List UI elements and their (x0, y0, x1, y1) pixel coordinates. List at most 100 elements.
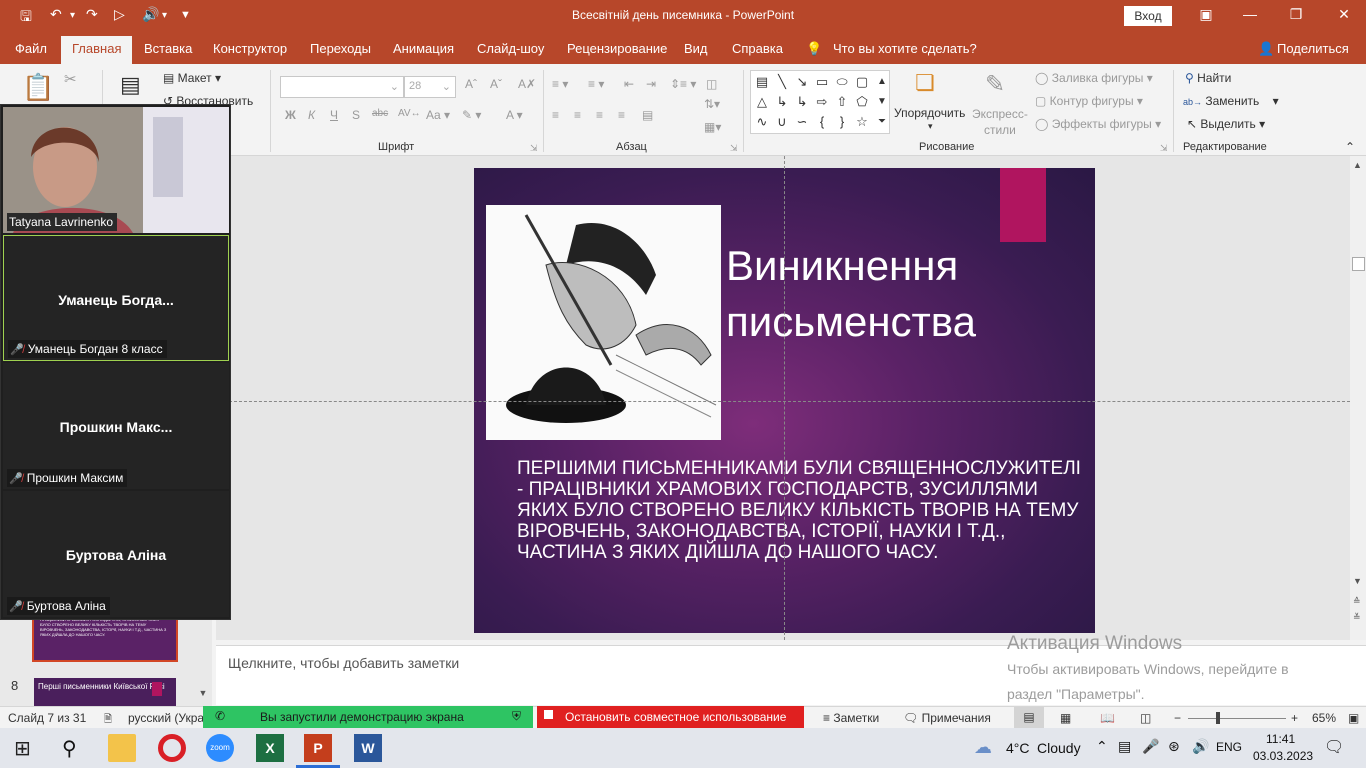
flowchart-shape-icon[interactable]: ⬠ (853, 93, 871, 111)
right-brace-icon[interactable]: } (833, 113, 851, 131)
zoom-in-icon[interactable]: + (1291, 711, 1298, 725)
select-button[interactable]: ↖ Выделить ▾ (1187, 117, 1265, 131)
quick-styles-button[interactable]: Экспресс- стили (972, 106, 1028, 138)
tab-view[interactable]: Вид (684, 41, 708, 56)
bold-icon[interactable]: Ж (285, 108, 296, 122)
share-button[interactable]: Поделиться (1277, 41, 1349, 56)
search-icon[interactable]: ⚲ (62, 736, 77, 761)
distributed-icon[interactable]: ▤ (642, 108, 653, 122)
quick-styles-icon[interactable]: ✎ (985, 70, 1005, 99)
slide-sorter-icon[interactable]: ▦ (1060, 711, 1071, 725)
smartart-icon[interactable]: ▦▾ (704, 120, 721, 134)
rounded-rect-shape-icon[interactable]: ▢ (853, 73, 871, 91)
spelling-icon[interactable]: 🗎 (104, 712, 112, 729)
cloud-icon[interactable]: ☁ (974, 737, 992, 758)
microphone-icon[interactable]: 🎤 (1142, 738, 1159, 755)
language-indicator[interactable]: русский (Укра (128, 711, 204, 725)
zoom-app-icon[interactable]: zoom (206, 734, 234, 762)
font-family-combo[interactable]: ⌄ (280, 76, 404, 98)
arrange-button[interactable]: Упорядочить (894, 106, 965, 120)
clock-time[interactable]: 11:41 (1266, 732, 1295, 746)
notes-toggle[interactable]: ≡ Заметки (823, 711, 879, 725)
font-dialog-launcher-icon[interactable]: ⇲ (530, 143, 538, 154)
tab-file[interactable]: Файл (15, 41, 47, 56)
file-explorer-icon[interactable] (108, 734, 136, 762)
elbow-arrow-icon[interactable]: ↳ (793, 93, 811, 111)
clock-date[interactable]: 03.03.2023 (1253, 749, 1313, 763)
font-size-combo[interactable]: 28 ⌄ (404, 76, 456, 98)
collapse-ribbon-icon[interactable]: ⌃ (1345, 140, 1355, 154)
columns-icon[interactable]: ◫ (706, 77, 717, 91)
sign-in-button[interactable]: Вход (1124, 6, 1172, 26)
word-icon[interactable]: W (354, 734, 382, 762)
increase-font-icon[interactable]: Aˆ (465, 77, 477, 91)
fit-to-window-icon[interactable]: ▣ (1348, 711, 1359, 725)
textbox-shape-icon[interactable]: ▤ (753, 73, 771, 91)
elbow-connector-icon[interactable]: ↳ (773, 93, 791, 111)
ribbon-display-options-icon[interactable]: ▣ (1196, 6, 1216, 23)
decrease-indent-icon[interactable]: ⇤ (624, 77, 634, 91)
paste-icon[interactable]: 📋 (22, 72, 54, 103)
scroll-thumb[interactable] (1352, 257, 1365, 271)
slide-counter[interactable]: Слайд 7 из 31 (8, 711, 86, 725)
shapes-gallery[interactable]: ▤ ╲ ↘ ▭ ⬭ ▢ △ ↳ ↳ ⇨ ⇧ ⬠ ∿ ∪ ∽ { } ☆ ▲ ▼ … (750, 70, 890, 134)
drawing-dialog-launcher-icon[interactable]: ⇲ (1160, 143, 1168, 154)
arrange-icon[interactable]: ❏ (915, 70, 935, 96)
char-spacing-icon[interactable]: AV↔ (398, 108, 421, 119)
normal-view-icon[interactable]: ▤ (1014, 707, 1044, 728)
reading-view-icon[interactable]: 📖 (1100, 711, 1115, 725)
layout-button[interactable]: ▤ Макет ▾ (163, 71, 221, 85)
align-right-icon[interactable]: ≡ (596, 108, 603, 122)
change-case-icon[interactable]: Aa ▾ (426, 108, 450, 122)
shape-fill-button[interactable]: ◯ Заливка фигуры ▾ (1035, 71, 1153, 85)
tab-animations[interactable]: Анимация (393, 41, 454, 56)
bullets-icon[interactable]: ≡ ▾ (552, 77, 568, 91)
tab-design[interactable]: Конструктор (213, 41, 287, 56)
left-brace-icon[interactable]: { (813, 113, 831, 131)
justify-icon[interactable]: ≡ (618, 108, 625, 122)
tab-insert[interactable]: Вставка (144, 41, 192, 56)
underline-icon[interactable]: Ч (330, 108, 338, 122)
arrange-dropdown-icon[interactable]: ▾ (928, 121, 933, 132)
italic-icon[interactable]: К (308, 108, 315, 122)
highlight-icon[interactable]: ✎ ▾ (462, 108, 481, 122)
minimize-icon[interactable]: — (1240, 6, 1260, 22)
maximize-icon[interactable]: ❐ (1286, 6, 1306, 23)
shadow-icon[interactable]: S (352, 108, 360, 122)
notifications-icon[interactable]: 🗨 (1324, 737, 1344, 757)
tab-help[interactable]: Справка (732, 41, 783, 56)
weather-description[interactable]: Cloudy (1037, 740, 1081, 756)
strikethrough-icon[interactable]: abc (372, 108, 388, 119)
right-arrow-shape-icon[interactable]: ⇨ (813, 93, 831, 111)
next-slide-icon[interactable]: ≚ (1353, 612, 1361, 623)
numbering-icon[interactable]: ≡ ▾ (588, 77, 604, 91)
thumbnail-scroll-down-icon[interactable]: ▼ (196, 688, 210, 704)
tab-transitions[interactable]: Переходы (310, 41, 371, 56)
zoom-slider[interactable] (1188, 718, 1286, 719)
show-hidden-icons[interactable]: ⌃ (1096, 738, 1108, 755)
tell-me-search[interactable]: Что вы хотите сделать? (833, 41, 977, 56)
align-left-icon[interactable]: ≡ (552, 108, 559, 122)
participant-tile[interactable]: Прошкин Макс... 🎤̸ Прошкин Максим (3, 363, 229, 489)
triangle-shape-icon[interactable]: △ (753, 93, 771, 111)
star-shape-icon[interactable]: ☆ (853, 113, 871, 131)
opera-icon[interactable] (158, 734, 186, 762)
stop-sharing-button[interactable]: Остановить совместное использование (537, 706, 804, 728)
zoom-slider-thumb[interactable] (1216, 712, 1220, 724)
input-language[interactable]: ENG (1216, 740, 1242, 754)
close-icon[interactable]: ✕ (1334, 6, 1354, 23)
oval-shape-icon[interactable]: ⬭ (833, 73, 851, 91)
participant-tile-active[interactable]: Уманець Богда... 🎤̸ Уманець Богдан 8 клас… (3, 235, 229, 361)
comments-toggle[interactable]: 🗨 Примечания (903, 711, 991, 725)
editor-vertical-scrollbar[interactable]: ▲ ▼ ≙ ≚ (1350, 156, 1366, 640)
tab-review[interactable]: Рецензирование (567, 41, 667, 56)
clear-formatting-icon[interactable]: A✗ (518, 77, 536, 91)
shape-effects-button[interactable]: ◯ Эффекты фигуры ▾ (1035, 117, 1161, 131)
volume-icon[interactable]: 🔊 (1192, 738, 1209, 755)
zoom-out-icon[interactable]: − (1174, 711, 1181, 725)
gallery-more-icon[interactable]: ⏷ (873, 113, 891, 131)
decrease-font-icon[interactable]: Aˇ (490, 77, 502, 91)
tab-slideshow[interactable]: Слайд-шоу (477, 41, 544, 56)
replace-button[interactable]: ab→ Заменить ▾ (1183, 94, 1279, 108)
text-direction-icon[interactable]: ⇅▾ (704, 97, 720, 111)
